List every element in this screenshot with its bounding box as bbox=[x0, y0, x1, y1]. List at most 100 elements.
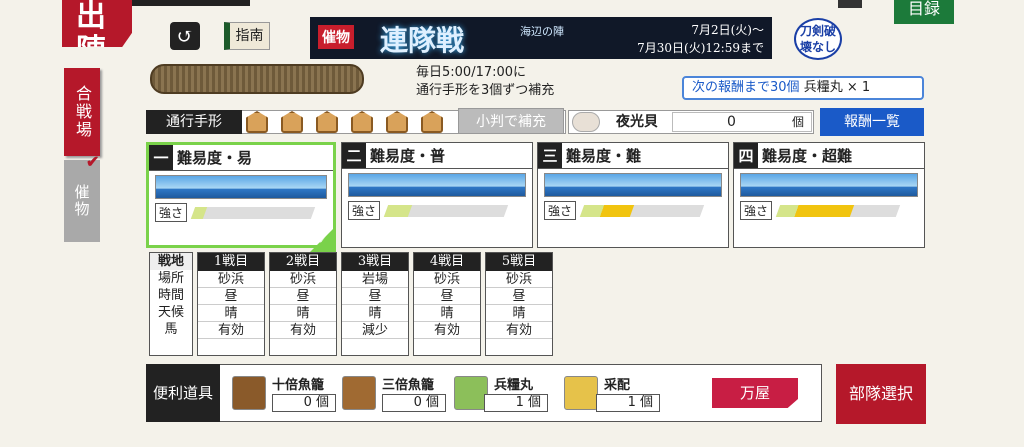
refill-info-line2: 通行手形を3個ずつ補充 bbox=[416, 83, 555, 98]
tool-name: 兵糧丸 bbox=[494, 378, 534, 393]
difficulty-label: 難易度・普 bbox=[370, 147, 446, 165]
shell-label: 夜光貝 bbox=[616, 114, 658, 130]
check-icon: ✔ bbox=[86, 152, 100, 171]
battle-place: 岩場 bbox=[342, 271, 408, 288]
refill-info-line1: 毎日5:00/17:00に bbox=[416, 65, 527, 80]
difficulty-very-hard-card[interactable]: 四難易度・超難 強さ bbox=[733, 142, 925, 248]
refill-with-coins-button[interactable]: 小判で補充 bbox=[458, 108, 564, 134]
difficulty-normal-card[interactable]: 二難易度・普 強さ bbox=[341, 142, 533, 248]
unit-select-button[interactable]: 部隊選択 bbox=[836, 364, 926, 424]
event-date-start: 7月2日(火)〜 bbox=[691, 23, 764, 37]
difficulty-hard-card[interactable]: 三難易度・難 強さ bbox=[537, 142, 729, 248]
battle-column: 4戦目 砂浜 昼 晴 有効 bbox=[413, 252, 481, 356]
event-subtitle: 海辺の陣 bbox=[520, 25, 564, 38]
next-reward-prefix: 次の報酬まで bbox=[692, 80, 771, 95]
battle-weather: 晴 bbox=[414, 305, 480, 322]
return-button[interactable]: ↺ bbox=[170, 22, 200, 50]
battle-time: 昼 bbox=[270, 288, 336, 305]
tool-count-unit: 個 bbox=[527, 395, 541, 410]
battle-weather: 晴 bbox=[198, 305, 264, 322]
tool-count-value: 1 bbox=[515, 395, 524, 410]
battle-horse: 減少 bbox=[342, 322, 408, 339]
event-title: 連隊戦 bbox=[380, 24, 465, 57]
battle-place: 砂浜 bbox=[486, 271, 552, 288]
difficulty-number: 二 bbox=[342, 143, 366, 168]
event-tag: 催物 bbox=[318, 25, 354, 49]
row-label: 時間 bbox=[157, 288, 184, 303]
battle-time: 昼 bbox=[414, 288, 480, 305]
command-baton-icon bbox=[564, 376, 598, 410]
battle-horse: 有効 bbox=[486, 322, 552, 339]
row-label: 戦地 bbox=[150, 253, 192, 270]
tool-count-unit: 個 bbox=[425, 395, 439, 410]
strength-meter bbox=[383, 204, 509, 217]
difficulty-number: 四 bbox=[734, 143, 758, 168]
side-tab-event[interactable]: 催物 bbox=[64, 160, 100, 242]
battle-time: 昼 bbox=[198, 288, 264, 305]
tool-name: 三倍魚籠 bbox=[382, 378, 435, 393]
difficulty-number: 一 bbox=[149, 145, 173, 170]
battle-place: 砂浜 bbox=[198, 271, 264, 288]
tool-count-unit: 個 bbox=[639, 395, 653, 410]
battle-weather: 晴 bbox=[270, 305, 336, 322]
battle-horse: 有効 bbox=[270, 322, 336, 339]
tool-count-unit: 個 bbox=[315, 395, 329, 410]
tool-count-value: 1 bbox=[627, 395, 636, 410]
reward-list-button[interactable]: 報酬一覧 bbox=[820, 108, 924, 136]
tool-count: 0 個 bbox=[272, 394, 336, 412]
next-reward-count: 30個 bbox=[770, 80, 800, 95]
battle-weather: 晴 bbox=[342, 305, 408, 322]
catalog-tab[interactable]: 目録 bbox=[894, 0, 954, 24]
side-tab-battlefield[interactable]: 合戦場 bbox=[64, 68, 100, 156]
difficulty-easy-card[interactable]: 一難易度・易 強さ bbox=[146, 142, 336, 248]
fish-basket-3x-icon bbox=[342, 376, 376, 410]
event-date-end: 7月30日(火)12:59まで bbox=[637, 41, 764, 55]
next-reward-box: 次の報酬まで30個 兵糧丸 × 1 bbox=[682, 76, 924, 100]
battle-place: 砂浜 bbox=[414, 271, 480, 288]
strength-label: 強さ bbox=[544, 201, 577, 220]
battle-header: 1戦目 bbox=[198, 253, 264, 271]
strength-meter bbox=[579, 204, 705, 217]
difficulty-label: 難易度・難 bbox=[566, 147, 642, 165]
tool-count-value: 0 bbox=[413, 395, 422, 410]
battle-time: 昼 bbox=[342, 288, 408, 305]
strength-meter bbox=[190, 206, 316, 219]
battle-header: 5戦目 bbox=[486, 253, 552, 271]
refill-info: 毎日5:00/17:00に 通行手形を3個ずつ補充 bbox=[416, 64, 616, 100]
tools-label: 便利道具 bbox=[146, 364, 220, 422]
difficulty-label: 難易度・易 bbox=[177, 149, 253, 167]
shell-unit: 個 bbox=[792, 115, 805, 129]
sea-image bbox=[155, 175, 327, 199]
strength-meter bbox=[775, 204, 901, 217]
sortie-tab[interactable]: 出陣 bbox=[62, 0, 132, 47]
top-status-bar bbox=[132, 0, 250, 6]
tool-count: 0 個 bbox=[382, 394, 446, 412]
sea-image bbox=[544, 173, 722, 197]
battle-column: 3戦目 岩場 昼 晴 減少 bbox=[341, 252, 409, 356]
guide-button[interactable]: 指南 bbox=[224, 22, 270, 50]
row-label: 天候 bbox=[157, 305, 184, 320]
next-reward-item: 兵糧丸 × 1 bbox=[803, 80, 871, 95]
battle-time: 昼 bbox=[486, 288, 552, 305]
battle-column: 5戦目 砂浜 昼 晴 有効 bbox=[485, 252, 553, 356]
battle-horse: 有効 bbox=[414, 322, 480, 339]
battle-header: 4戦目 bbox=[414, 253, 480, 271]
battle-header: 3戦目 bbox=[342, 253, 408, 271]
battle-header: 2戦目 bbox=[270, 253, 336, 271]
tool-count-value: 0 bbox=[303, 395, 312, 410]
battle-place: 砂浜 bbox=[270, 271, 336, 288]
row-label: 場所 bbox=[157, 271, 184, 286]
ration-pill-icon bbox=[454, 376, 488, 410]
top-right-button[interactable] bbox=[838, 0, 862, 8]
strength-label: 強さ bbox=[155, 203, 188, 222]
shell-count: 0 bbox=[672, 112, 812, 132]
battle-column: 1戦目 砂浜 昼 晴 有効 bbox=[197, 252, 265, 356]
shop-button[interactable]: 万屋 bbox=[712, 378, 798, 408]
tool-name: 采配 bbox=[604, 378, 631, 393]
strength-label: 強さ bbox=[740, 201, 773, 220]
strength-label: 強さ bbox=[348, 201, 381, 220]
pass-label: 通行手形 bbox=[146, 110, 242, 134]
tool-count: 1 個 bbox=[596, 394, 660, 412]
battle-weather: 晴 bbox=[486, 305, 552, 322]
battle-conditions-table: 戦地 場所 時間 天候 馬 1戦目 砂浜 昼 晴 有効 2戦目 砂浜 昼 晴 有… bbox=[145, 252, 565, 356]
